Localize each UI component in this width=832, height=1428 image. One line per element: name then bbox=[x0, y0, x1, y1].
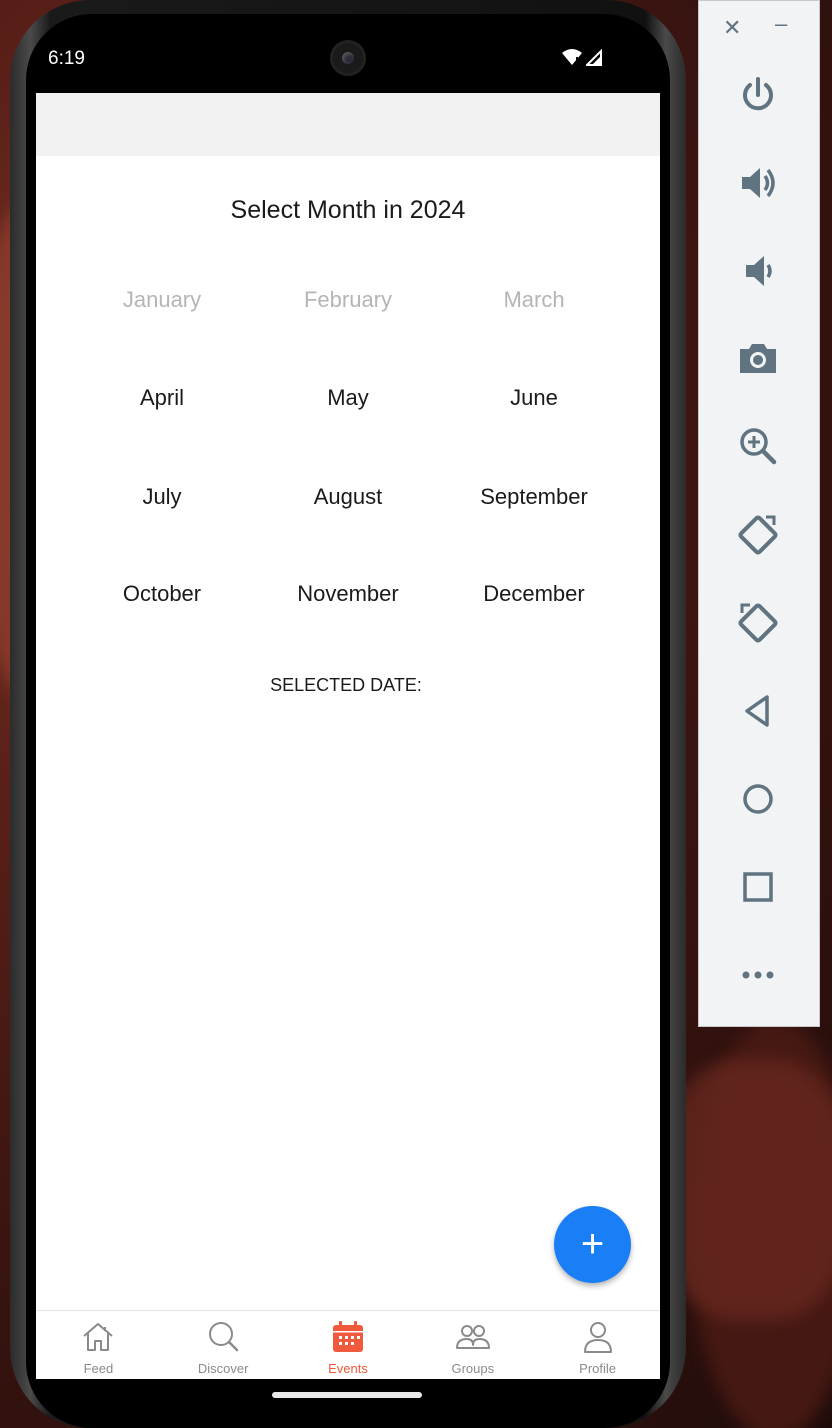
volume-down-icon bbox=[746, 256, 772, 286]
month-october[interactable]: October bbox=[69, 581, 255, 607]
nav-label-groups: Groups bbox=[451, 1361, 495, 1376]
nav-label-events: Events bbox=[328, 1361, 368, 1376]
zoom-button[interactable] bbox=[730, 418, 786, 474]
front-camera bbox=[330, 40, 366, 76]
month-january: January bbox=[122, 287, 202, 312]
rotate-right-button[interactable] bbox=[730, 595, 786, 651]
nav-item-discover[interactable]: Discover bbox=[161, 1311, 286, 1379]
nav-label-discover: Discover bbox=[197, 1361, 249, 1376]
month-picker-title: Select Month in 2024 bbox=[230, 196, 466, 224]
back-icon bbox=[745, 695, 769, 727]
minimize-icon[interactable]: – bbox=[775, 11, 787, 37]
month-april[interactable]: April bbox=[69, 385, 255, 411]
month-december[interactable]: December bbox=[441, 581, 627, 607]
groups-icon bbox=[455, 1325, 490, 1349]
home-circle-icon bbox=[743, 784, 773, 814]
plus-icon: + bbox=[580, 1222, 605, 1266]
back-button[interactable] bbox=[730, 683, 786, 739]
month-july[interactable]: July bbox=[69, 484, 255, 510]
month-march: March bbox=[503, 287, 565, 312]
overview-icon bbox=[743, 872, 773, 902]
nav-item-groups[interactable]: Groups bbox=[410, 1311, 535, 1379]
gesture-home-indicator[interactable] bbox=[272, 1392, 422, 1398]
selected-date-label: SELECTED DATE: bbox=[270, 675, 422, 695]
nav-label-profile: Profile bbox=[579, 1361, 617, 1376]
volume-down-button[interactable] bbox=[730, 243, 786, 299]
add-event-button[interactable]: + bbox=[554, 1206, 631, 1283]
rotate-right-icon bbox=[738, 603, 778, 643]
person-icon bbox=[583, 1322, 612, 1353]
rotate-left-icon bbox=[738, 515, 778, 555]
signal-icon bbox=[586, 48, 602, 66]
month-may[interactable]: May bbox=[255, 385, 441, 411]
app-bar bbox=[36, 93, 660, 156]
overview-button[interactable] bbox=[730, 859, 786, 915]
nav-item-events[interactable]: Events bbox=[286, 1311, 411, 1379]
volume-up-button[interactable] bbox=[730, 155, 786, 211]
home-icon bbox=[83, 1323, 114, 1351]
month-november[interactable]: November bbox=[255, 581, 441, 607]
bottom-navigation: Feed Discover Events Groups Profile bbox=[36, 1310, 660, 1379]
power-icon bbox=[743, 77, 773, 111]
app-screen: Select Month in 2024 January February Marc… bbox=[36, 93, 660, 1379]
rotate-left-button[interactable] bbox=[730, 507, 786, 563]
volume-up-icon bbox=[742, 168, 775, 198]
calendar-icon bbox=[332, 1321, 363, 1352]
month-february: February bbox=[303, 287, 393, 312]
month-august[interactable]: August bbox=[255, 484, 441, 510]
power-button[interactable] bbox=[730, 67, 786, 123]
close-icon[interactable]: ✕ bbox=[723, 15, 741, 41]
screenshot-button[interactable] bbox=[730, 330, 786, 386]
status-icons bbox=[562, 48, 602, 66]
toolbar-window-controls: ✕ – bbox=[699, 11, 821, 45]
emulator-toolbar: ✕ – bbox=[698, 0, 820, 1027]
search-icon bbox=[209, 1322, 239, 1352]
more-button[interactable] bbox=[730, 947, 786, 1003]
status-time: 6:19 bbox=[48, 48, 85, 69]
month-june[interactable]: June bbox=[441, 385, 627, 411]
more-icon bbox=[742, 971, 774, 979]
month-september[interactable]: September bbox=[441, 484, 627, 510]
nav-label-feed: Feed bbox=[83, 1361, 114, 1376]
nav-item-profile[interactable]: Profile bbox=[535, 1311, 660, 1379]
camera-icon bbox=[740, 344, 776, 373]
home-button[interactable] bbox=[730, 771, 786, 827]
wifi-icon bbox=[562, 49, 582, 65]
nav-item-feed[interactable]: Feed bbox=[36, 1311, 161, 1379]
zoom-icon bbox=[740, 428, 777, 465]
status-bar: 6:19 bbox=[26, 38, 660, 92]
